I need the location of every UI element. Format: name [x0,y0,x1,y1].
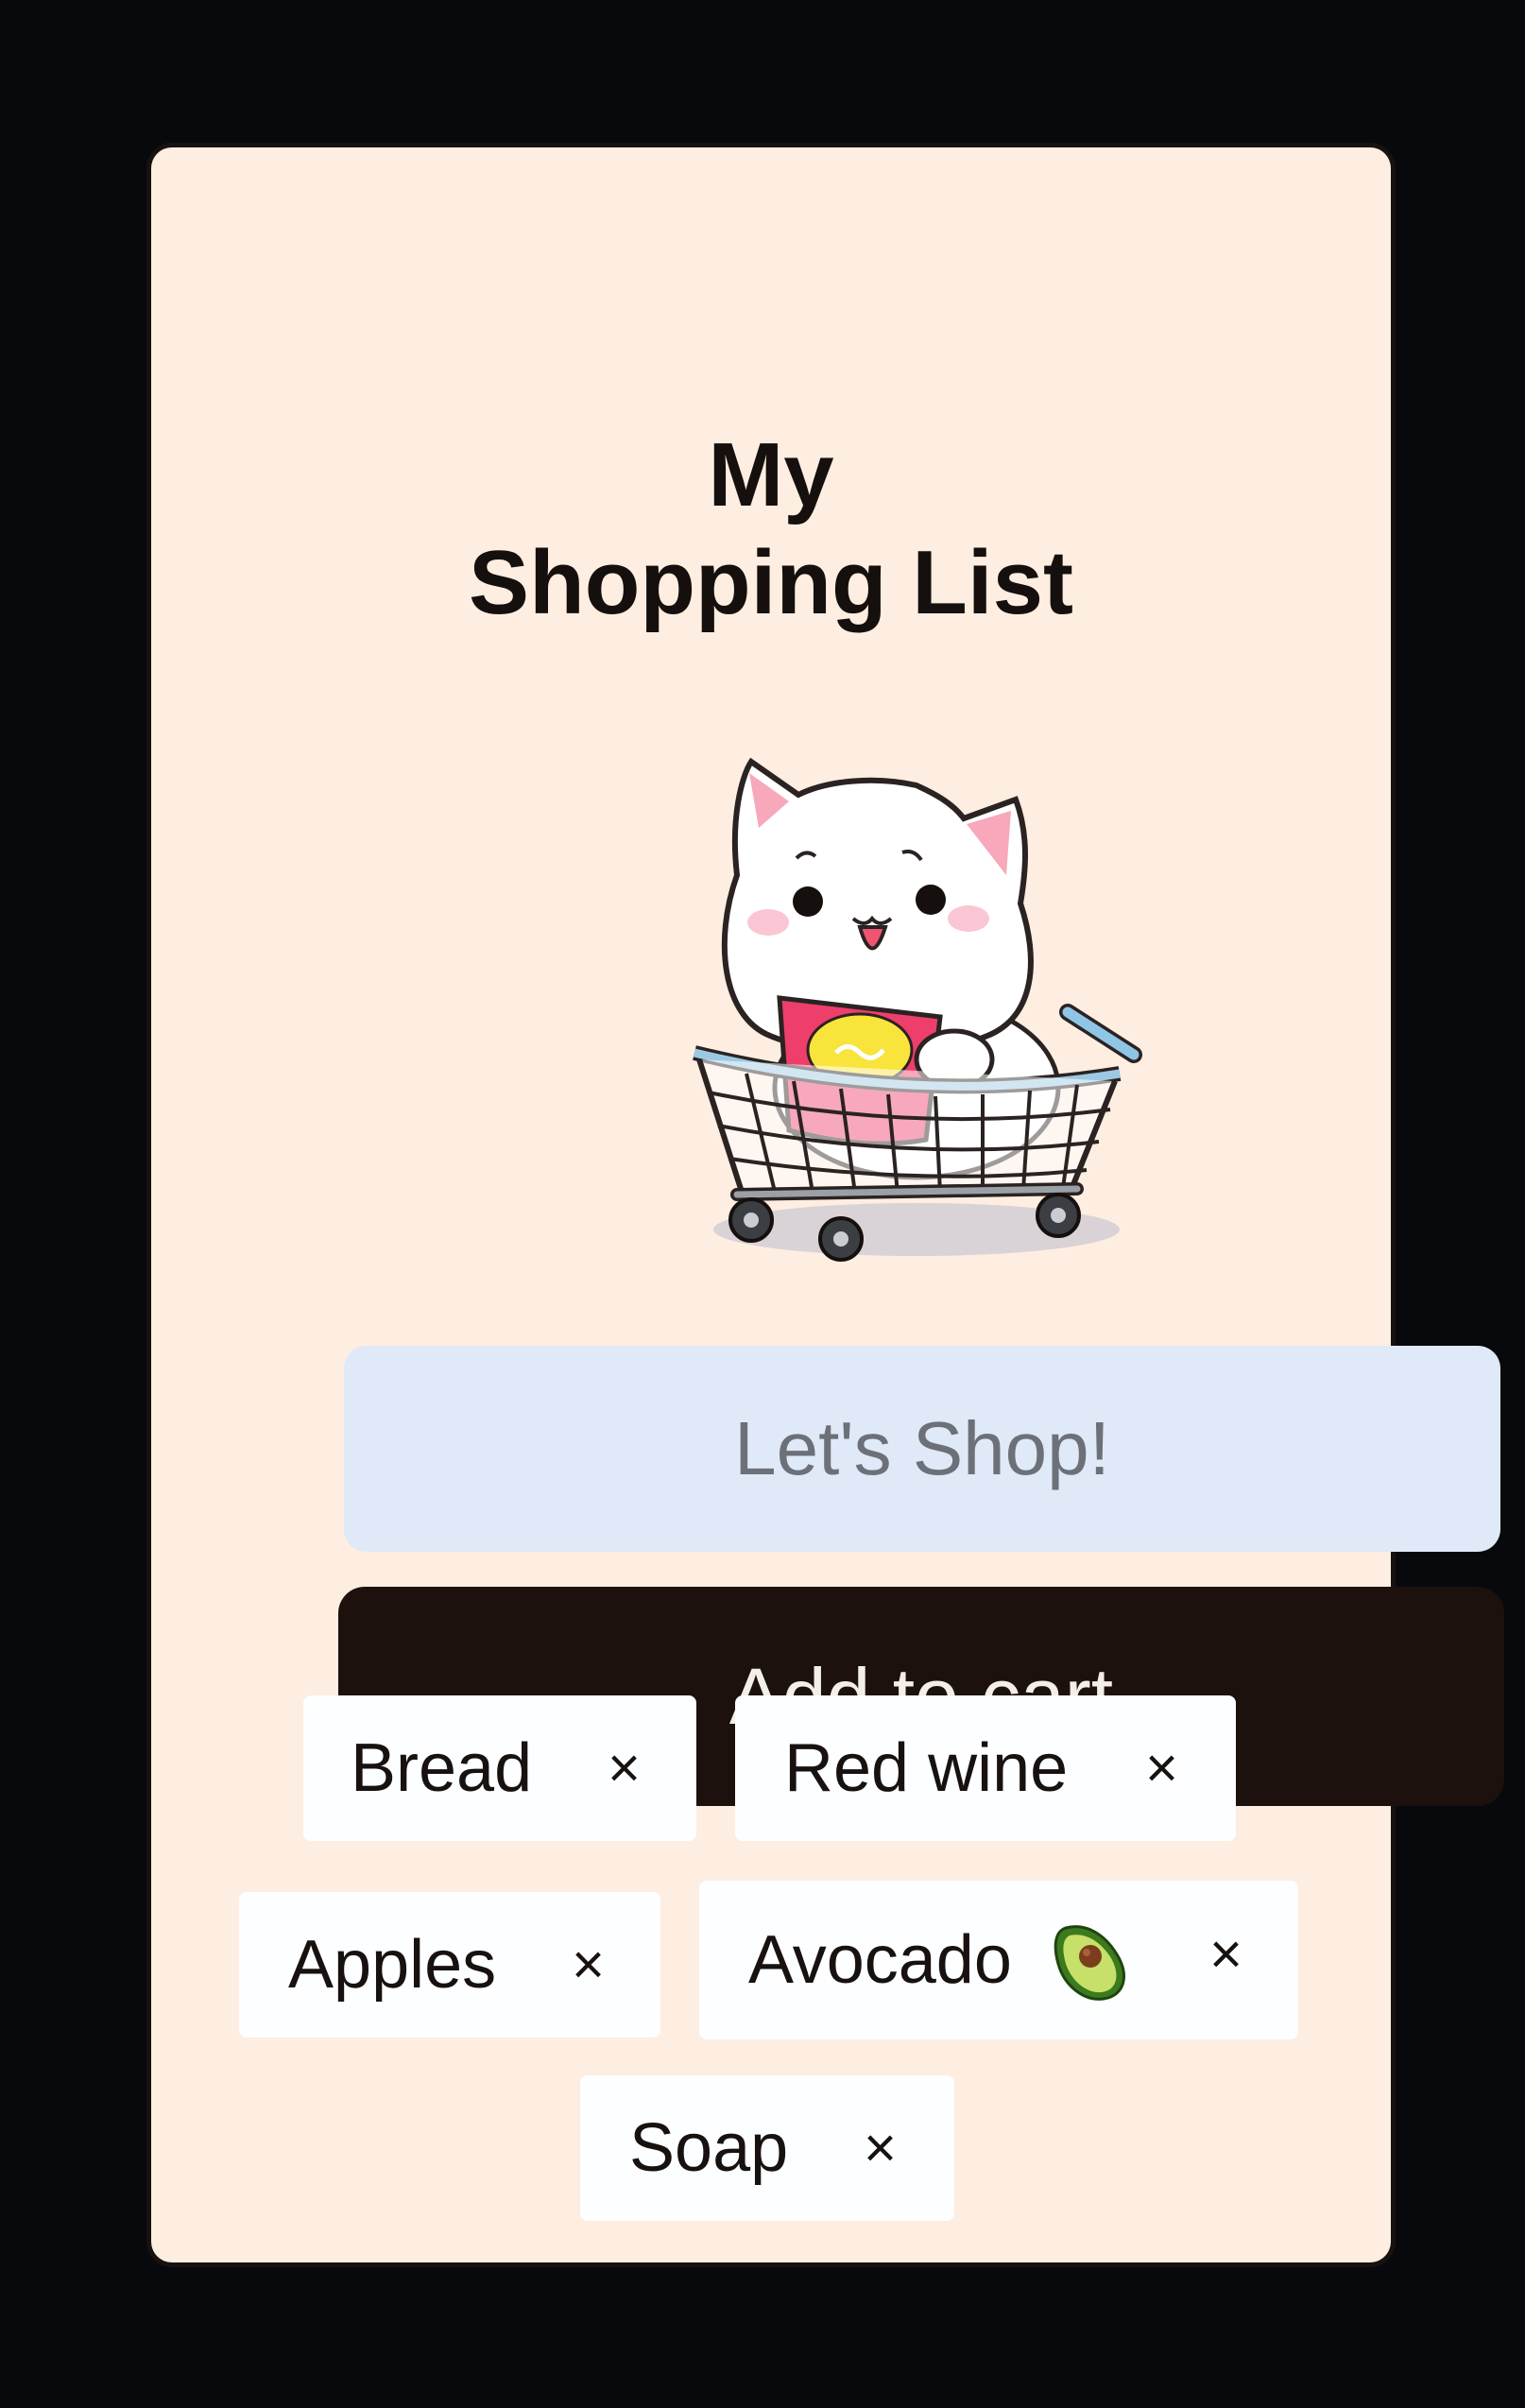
remove-item-button[interactable]: × [608,1740,641,1797]
list-item: Red wine × [735,1695,1236,1841]
list-item: Avocado × [699,1881,1298,2039]
remove-item-button[interactable]: × [1209,1926,1242,1983]
page-title: My Shopping List [151,421,1391,637]
remove-item-button[interactable]: × [1145,1740,1178,1797]
list-item-label: Soap [629,2110,789,2186]
list-item-label: Bread [351,1730,533,1806]
remove-item-button[interactable]: × [572,1936,605,1993]
list-item-label: Apples [288,1927,497,2003]
list-item: Apples × [239,1892,660,2038]
shopping-list-card: My Shopping List Let's Shop! Bread × Red… [151,147,1504,2262]
avocado-icon [1049,1918,1134,2004]
list-item: Bread × [303,1695,696,1841]
list-item: Soap × [580,2075,954,2221]
list-item-label: Avocado [748,1922,1012,1998]
cat-in-shopping-cart-icon [685,733,1157,1281]
title-line-1: My [708,424,834,525]
title-line-2: Shopping List [469,532,1073,633]
remove-item-button[interactable]: × [864,2120,897,2176]
item-input[interactable] [344,1346,1500,1552]
item-input-wrapper [344,1346,1500,1552]
list-item-label: Red wine [784,1730,1069,1806]
